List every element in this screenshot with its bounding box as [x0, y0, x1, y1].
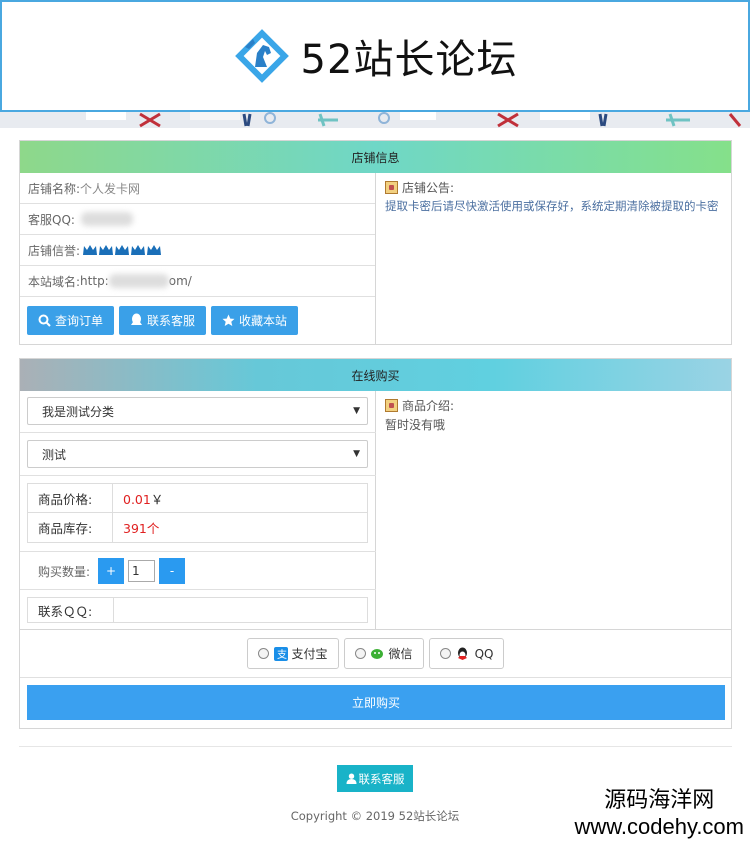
site-logo[interactable]: 52站长论坛 — [233, 27, 518, 85]
shop-name-row: 店铺名称: 个人发卡网 — [20, 173, 375, 204]
product-select[interactable]: 测试 ▼ — [27, 440, 368, 468]
radio-qq[interactable] — [439, 648, 451, 659]
reputation-crown-icons — [82, 243, 162, 257]
service-qq-row: 客服QQ: — [20, 204, 375, 235]
search-icon — [38, 314, 51, 327]
price-value: 0.01 — [123, 491, 151, 507]
contact-qq-row: 联系ＱＱ: — [27, 597, 368, 623]
radio-alipay[interactable] — [257, 648, 269, 659]
pay-qq-option[interactable]: QQ — [428, 638, 505, 669]
chevron-down-icon: ▼ — [353, 406, 360, 416]
product-details: 商品价格: 0.01￥ 商品库存: 391个 — [27, 483, 368, 543]
qq-penguin-icon — [457, 647, 467, 660]
notice-icon — [385, 181, 398, 194]
site-title: 52站长论坛 — [300, 37, 518, 83]
stock-value: 391 — [123, 521, 147, 536]
purchase-panel: 在线购买 我是测试分类 ▼ 测试 ▼ 商品价格: 0.01￥ 商品库存: 391… — [19, 358, 732, 729]
watermark: 源码海洋网 www.codehy.com — [574, 788, 744, 839]
shop-name-value: 个人发卡网 — [80, 181, 141, 196]
quantity-increase-button[interactable]: + — [98, 558, 125, 584]
quantity-input[interactable]: 1 — [128, 560, 156, 582]
shop-info-panel: 店铺信息 店铺名称: 个人发卡网 客服QQ: 店铺信誉: 本站域名: http:… — [19, 140, 732, 345]
query-order-button[interactable]: 查询订单 — [27, 305, 114, 335]
shop-info-header: 店铺信息 — [20, 141, 731, 173]
notice-text: 提取卡密后请尽快激活使用或保存好，系统定期清除被提取的卡密 — [385, 199, 719, 213]
contact-service-button[interactable]: 联系客服 — [119, 305, 206, 335]
pay-wechat-option[interactable]: 微信 — [343, 638, 424, 669]
horse-logo-icon — [234, 29, 289, 83]
product-intro: 商品介绍: 暂时没有哦 — [377, 391, 731, 629]
category-select[interactable]: 我是测试分类 ▼ — [27, 397, 368, 425]
decorative-banner — [0, 112, 750, 128]
stock-row: 商品库存: 391个 — [28, 513, 367, 542]
footer-contact-button[interactable]: 联系客服 — [337, 765, 413, 792]
star-icon — [222, 314, 235, 326]
footer-divider — [19, 746, 732, 747]
wechat-icon — [370, 648, 383, 659]
bookmark-button[interactable]: 收藏本站 — [211, 305, 298, 335]
redacted-domain — [108, 274, 169, 288]
payment-methods: 支 支付宝 微信 QQ — [20, 638, 731, 669]
price-row: 商品价格: 0.01￥ — [28, 484, 367, 513]
qq-penguin-icon — [130, 313, 142, 325]
intro-icon — [385, 399, 398, 412]
quantity-row: 购买数量: + 1 - — [20, 558, 376, 584]
quantity-decrease-button[interactable]: - — [159, 558, 186, 584]
user-icon — [346, 773, 356, 784]
site-header: 52站长论坛 — [0, 0, 750, 112]
reputation-row: 店铺信誉: — [20, 235, 375, 266]
radio-wechat[interactable] — [354, 648, 366, 659]
domain-row: 本站域名: http: om/ — [20, 266, 375, 297]
shop-notice: 店铺公告: 提取卡密后请尽快激活使用或保存好，系统定期清除被提取的卡密 — [377, 173, 731, 344]
pay-alipay-option[interactable]: 支 支付宝 — [246, 638, 339, 669]
contact-qq-input[interactable] — [114, 598, 367, 622]
purchase-header: 在线购买 — [20, 359, 731, 391]
alipay-icon: 支 — [273, 646, 288, 661]
chevron-down-icon: ▼ — [353, 449, 360, 459]
svg-text:支: 支 — [277, 649, 287, 661]
buy-now-button[interactable]: 立即购买 — [27, 685, 725, 720]
redacted-qq — [80, 212, 133, 226]
intro-text: 暂时没有哦 — [385, 418, 446, 432]
shop-actions: 查询订单 联系客服 收藏本站 — [20, 297, 375, 343]
